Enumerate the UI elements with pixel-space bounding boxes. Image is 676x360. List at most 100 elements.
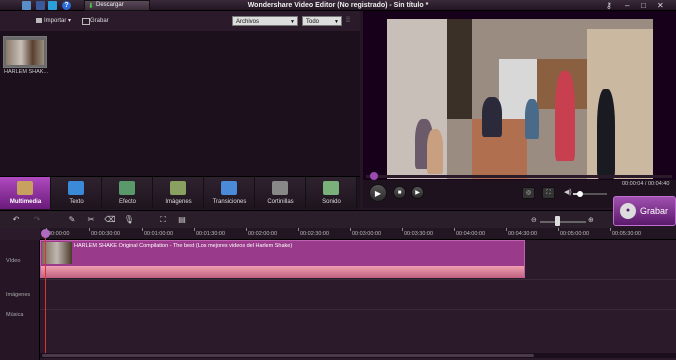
record-button[interactable]: Grabar bbox=[82, 16, 109, 26]
images-track[interactable] bbox=[40, 280, 676, 310]
tab-label: Transiciones bbox=[212, 199, 247, 205]
record-icon: ● bbox=[620, 203, 636, 219]
time-ruler[interactable]: 00:00:00 00:00:30:00 00:01:00:00 00:01:3… bbox=[40, 228, 676, 240]
ruler-tick: 00:02:00:00 bbox=[245, 228, 278, 237]
text-icon bbox=[68, 181, 84, 195]
tab-label: Sonido bbox=[322, 199, 341, 205]
file-type-select[interactable]: Archivos ▼ bbox=[232, 16, 298, 26]
track-headers: Vídeo Imágenes Música bbox=[0, 240, 40, 360]
curtains-icon bbox=[272, 181, 288, 195]
close-icon[interactable]: ✕ bbox=[657, 0, 664, 11]
undo-icon[interactable]: ↶ bbox=[10, 214, 22, 225]
window-title: Wondershare Video Editor (No registrado)… bbox=[247, 2, 429, 9]
transitions-icon bbox=[221, 181, 237, 195]
ruler-tick: 00:04:00:00 bbox=[453, 228, 486, 237]
tab-label: Texto bbox=[69, 199, 84, 205]
filter-select[interactable]: Todo ▼ bbox=[302, 16, 342, 26]
video-editor-window: ? ⬇ Descargar Wondershare Video Editor (… bbox=[0, 0, 676, 360]
minimize-icon[interactable]: – bbox=[625, 0, 629, 11]
library-toolbar: Importar ▾ Grabar Archivos ▼ Todo ▼ ⁞⁞ bbox=[0, 11, 360, 31]
key-icon[interactable]: ⚷ bbox=[606, 0, 612, 11]
import-button[interactable]: Importar ▾ bbox=[36, 16, 71, 26]
person bbox=[482, 97, 502, 137]
timecode: 00:00:04 / 00:04:40 bbox=[622, 181, 670, 187]
zoom-handle[interactable] bbox=[555, 216, 560, 226]
tab-label: Efecto bbox=[118, 199, 136, 205]
ruler-tick: 00:00:30:00 bbox=[88, 228, 121, 237]
clip-title: HARLEM SHAKE Original Compilation - The … bbox=[74, 243, 293, 249]
cut-icon[interactable]: ✂ bbox=[85, 214, 97, 225]
zoom-slider[interactable] bbox=[540, 221, 586, 223]
ruler-tick: 00:05:30:00 bbox=[609, 228, 642, 237]
ruler-tick: 00:01:00:00 bbox=[141, 228, 174, 237]
effect-icon bbox=[119, 181, 135, 195]
ruler-tick: 00:01:30:00 bbox=[193, 228, 226, 237]
media-label: HARLEM SHAK... bbox=[4, 69, 49, 75]
zoom-out-icon[interactable]: ⊖ bbox=[531, 216, 537, 224]
tab-images[interactable]: Imágenes bbox=[153, 177, 204, 209]
track-label-music: Música bbox=[6, 312, 24, 318]
clip-audio-waveform bbox=[41, 266, 524, 278]
tab-sound[interactable]: Sonido bbox=[306, 177, 357, 209]
clip-thumbnail bbox=[42, 242, 72, 264]
chevron-down-icon: ▼ bbox=[334, 19, 339, 25]
import-label: Importar bbox=[44, 18, 67, 24]
media-tabs: Multimedia Texto Efecto Imágenes Transic… bbox=[0, 176, 360, 209]
voiceover-icon[interactable]: 🎙 bbox=[123, 214, 135, 225]
music-track[interactable] bbox=[40, 310, 676, 356]
edit-icon[interactable]: ✎ bbox=[66, 214, 78, 225]
tab-transitions[interactable]: Transiciones bbox=[204, 177, 255, 209]
tab-label: Cortinillas bbox=[267, 199, 294, 205]
record-label: Grabar bbox=[90, 18, 109, 24]
volume-handle[interactable] bbox=[576, 191, 583, 197]
tab-label: Multimedia bbox=[9, 199, 42, 205]
person bbox=[525, 99, 539, 139]
ruler-tick: 00:00:00 bbox=[45, 228, 70, 237]
title-bar: ? ⬇ Descargar Wondershare Video Editor (… bbox=[0, 0, 676, 11]
ruler-tick: 00:05:00:00 bbox=[557, 228, 590, 237]
delete-icon[interactable]: ⌫ bbox=[104, 214, 116, 225]
ruler-tick: 00:03:30:00 bbox=[401, 228, 434, 237]
tab-label: Imágenes bbox=[165, 199, 192, 205]
filter-value: Todo bbox=[306, 19, 320, 25]
crop-icon[interactable]: ⛶ bbox=[157, 214, 169, 225]
media-thumbnail[interactable] bbox=[3, 36, 47, 68]
settings-icon[interactable]: ▤ bbox=[176, 214, 188, 225]
maximize-icon[interactable]: □ bbox=[641, 0, 646, 11]
playhead-handle[interactable] bbox=[41, 229, 50, 238]
tab-curtains[interactable]: Cortinillas bbox=[255, 177, 306, 209]
zoom-in-icon[interactable]: ⊕ bbox=[588, 216, 594, 224]
images-icon bbox=[170, 181, 186, 195]
seek-handle[interactable] bbox=[370, 172, 378, 180]
track-label-video: Vídeo bbox=[6, 258, 21, 264]
timeline-clip[interactable]: HARLEM SHAKE Original Compilation - The … bbox=[40, 240, 525, 278]
doorway bbox=[447, 19, 472, 119]
volume-icon: ◀) bbox=[564, 189, 572, 196]
file-type-value: Archivos bbox=[236, 19, 260, 25]
chevron-down-icon: ▼ bbox=[290, 19, 295, 25]
scrollbar-thumb[interactable] bbox=[42, 354, 534, 357]
film-icon bbox=[17, 181, 33, 195]
person bbox=[597, 89, 615, 179]
video-frame bbox=[387, 19, 653, 179]
tab-multimedia[interactable]: Multimedia bbox=[0, 177, 51, 209]
tab-text[interactable]: Texto bbox=[51, 177, 102, 209]
ruler-tick: 00:03:00:00 bbox=[349, 228, 382, 237]
play-button[interactable]: ▶ bbox=[369, 184, 387, 202]
ruler-tick: 00:04:30:00 bbox=[505, 228, 538, 237]
record-button-large[interactable]: ● Grabar bbox=[613, 196, 676, 226]
thumbnail-image bbox=[6, 40, 44, 65]
fullscreen-button[interactable]: ⛶ bbox=[542, 187, 555, 199]
sound-icon bbox=[323, 181, 339, 195]
seek-bar[interactable] bbox=[366, 175, 672, 178]
media-library: HARLEM SHAK... bbox=[0, 31, 360, 176]
redo-icon[interactable]: ↷ bbox=[31, 214, 43, 225]
stop-button[interactable]: ■ bbox=[393, 186, 406, 199]
playhead[interactable] bbox=[45, 231, 46, 357]
view-toggle-icon[interactable]: ⁞⁞ bbox=[346, 17, 350, 24]
timeline-toolbar: ↶ ↷ ✎ ✂ ⌫ 🎙 ⛶ ▤ ⊖ ⊕ bbox=[0, 210, 613, 228]
next-frame-button[interactable]: ▶ bbox=[411, 186, 424, 199]
track-label-images: Imágenes bbox=[6, 292, 31, 298]
tab-effect[interactable]: Efecto bbox=[102, 177, 153, 209]
snapshot-button[interactable]: ◎ bbox=[522, 187, 535, 199]
